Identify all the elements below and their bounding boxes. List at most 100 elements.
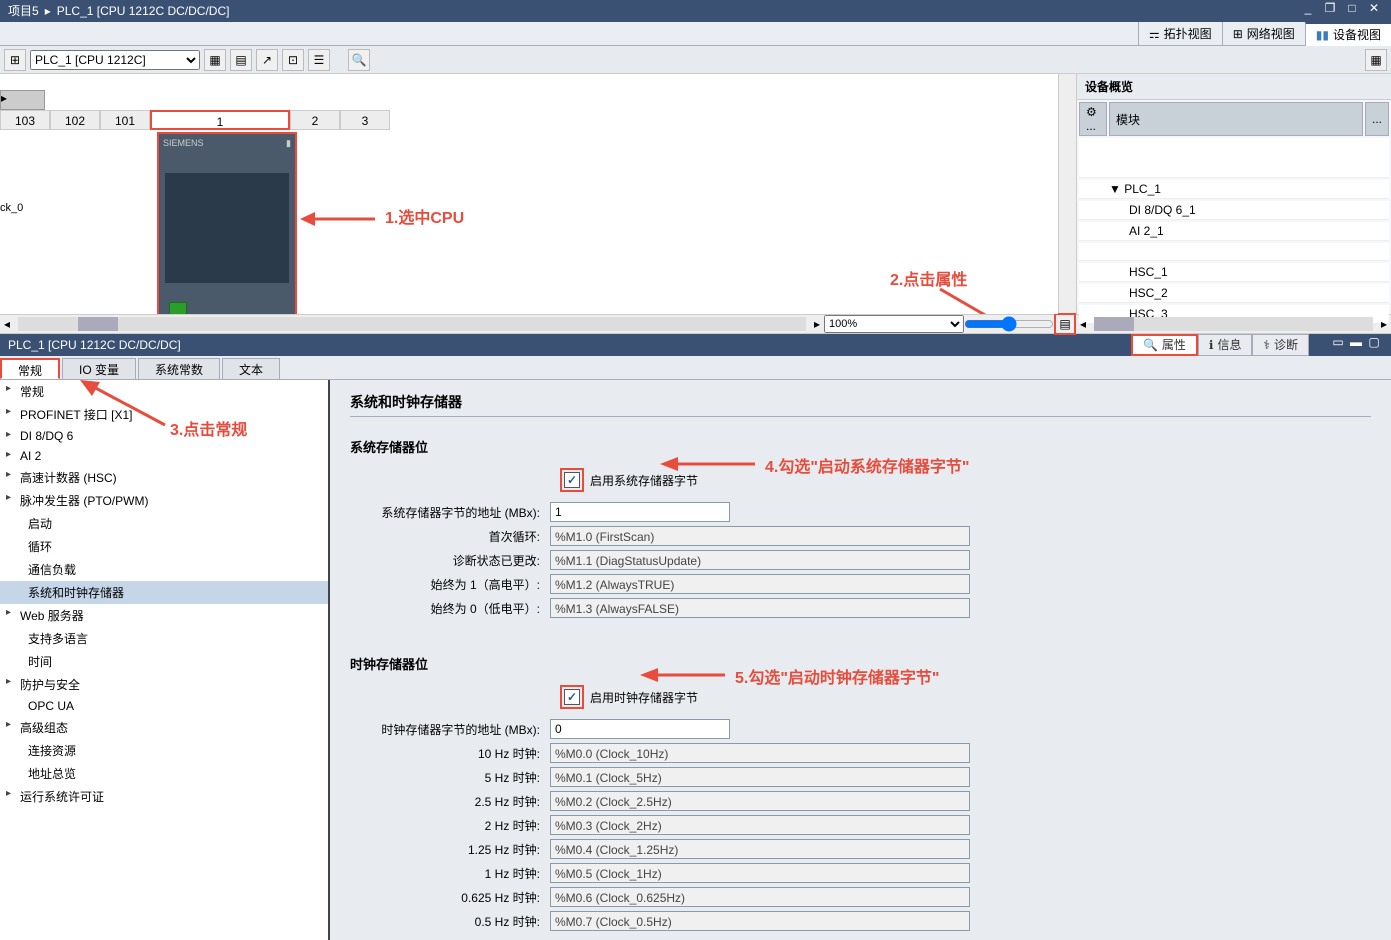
- overview-scroll-left-icon[interactable]: ◂: [1076, 317, 1090, 331]
- nav-sysclock[interactable]: 系统和时钟存储器: [0, 581, 328, 604]
- clk-enable-checkbox[interactable]: [564, 689, 580, 705]
- nav-addrov[interactable]: 地址总览: [0, 762, 328, 785]
- hz1-label: 1 Hz 时钟:: [350, 865, 550, 882]
- nav-advanced[interactable]: 高级组态: [0, 716, 328, 739]
- plc-module[interactable]: SIEMENS▮: [157, 132, 297, 314]
- device-toolbar: ⊞ PLC_1 [CPU 1212C] ▦ ▤ ↗ ⊡ ☰ 🔍 ▦: [0, 46, 1391, 74]
- slot-101[interactable]: 101: [100, 110, 150, 130]
- info-icon: ℹ: [1209, 334, 1214, 356]
- toolbar-btn-4[interactable]: ⊡: [282, 49, 304, 71]
- slot-2[interactable]: 2: [290, 110, 340, 130]
- tab-device[interactable]: ▮▮ 设备视图: [1305, 22, 1391, 46]
- nav-cycle[interactable]: 循环: [0, 535, 328, 558]
- toolbar-btn-5[interactable]: ☰: [308, 49, 330, 71]
- overview-row-di[interactable]: DI 8/DQ 6_1: [1079, 201, 1389, 220]
- arrow-icon: [660, 449, 760, 479]
- overview-row-ai[interactable]: AI 2_1: [1079, 222, 1389, 241]
- tab-topology[interactable]: ⚎ 拓扑视图: [1138, 22, 1222, 46]
- overview-title: 设备概览: [1077, 74, 1391, 100]
- slot-1[interactable]: 1: [150, 110, 290, 130]
- inspector-layout-icon[interactable]: ▭: [1329, 334, 1347, 350]
- nav-security[interactable]: 防护与安全: [0, 673, 328, 696]
- slot-nav-arrow[interactable]: ▸: [0, 90, 45, 110]
- nav-runtime[interactable]: 运行系统许可证: [0, 785, 328, 808]
- horizontal-scrollbar[interactable]: [18, 317, 806, 331]
- close-button[interactable]: ✕: [1365, 0, 1383, 16]
- subtab-general[interactable]: 常规: [0, 358, 60, 379]
- zoom-select[interactable]: 100%: [824, 315, 964, 333]
- inspector-maximize-icon[interactable]: ▢: [1365, 334, 1383, 350]
- scroll-left-icon[interactable]: ◂: [0, 317, 14, 331]
- tab-network[interactable]: ⊞ 网络视图: [1222, 22, 1305, 46]
- hz0625-value: %M0.6 (Clock_0.625Hz): [550, 887, 970, 907]
- overview-scrollbar[interactable]: [1094, 317, 1373, 331]
- slot-103[interactable]: 103: [0, 110, 50, 130]
- arrow-icon: [640, 660, 730, 690]
- zoom-icon[interactable]: 🔍: [348, 49, 370, 71]
- hz5-label: 5 Hz 时钟:: [350, 769, 550, 786]
- vertical-scrollbar[interactable]: [1058, 74, 1076, 314]
- nav-comm[interactable]: 通信负载: [0, 558, 328, 581]
- nav-ai2[interactable]: AI 2: [0, 446, 328, 466]
- sys-addr-input[interactable]: [550, 502, 730, 522]
- minimize-button[interactable]: _: [1299, 0, 1317, 16]
- maximize-button[interactable]: □: [1343, 0, 1361, 16]
- zoom-slider[interactable]: [964, 316, 1054, 332]
- inspector-tab-properties[interactable]: 🔍 属性: [1131, 334, 1198, 356]
- toolbar-btn-2[interactable]: ▤: [230, 49, 252, 71]
- nav-time[interactable]: 时间: [0, 650, 328, 673]
- arrow-icon: [80, 380, 170, 430]
- toolbar-btn-1[interactable]: ▦: [204, 49, 226, 71]
- hz125-label: 1.25 Hz 时钟:: [350, 841, 550, 858]
- nav-startup[interactable]: 启动: [0, 512, 328, 535]
- overview-col-more[interactable]: ...: [1365, 102, 1389, 136]
- network-icon: ⊞: [1233, 22, 1243, 46]
- plc-brand-label: SIEMENS: [163, 138, 204, 149]
- nav-opcua[interactable]: OPC UA: [0, 696, 328, 716]
- overview-scroll-right-icon[interactable]: ▸: [1377, 317, 1391, 331]
- subtab-io[interactable]: IO 变量: [62, 358, 136, 379]
- always1-value: %M1.2 (AlwaysTRUE): [550, 574, 970, 594]
- device-tree-icon[interactable]: ⊞: [4, 49, 26, 71]
- overview-col-icon[interactable]: ⚙ ...: [1079, 102, 1107, 136]
- chevron-right-icon: ▸: [45, 0, 51, 22]
- sys-addr-label: 系统存储器字节的地址 (MBx):: [350, 504, 550, 521]
- overview-row-hsc1[interactable]: HSC_1: [1079, 263, 1389, 282]
- arrow-icon: [930, 284, 1050, 314]
- sys-enable-checkbox[interactable]: [564, 472, 580, 488]
- always0-value: %M1.3 (AlwaysFALSE): [550, 598, 970, 618]
- diag-value: %M1.1 (DiagStatusUpdate): [550, 550, 970, 570]
- restore-button[interactable]: ❐: [1321, 0, 1339, 16]
- clk-addr-input[interactable]: [550, 719, 730, 739]
- overview-row-plc[interactable]: ▼ PLC_1: [1079, 180, 1389, 199]
- inspector-tab-diagnostics[interactable]: ⚕ 诊断: [1252, 334, 1309, 356]
- device-icon: ▮▮: [1316, 23, 1329, 47]
- inspector-minimize-icon[interactable]: ▬: [1347, 334, 1365, 350]
- view-tabs: ⚎ 拓扑视图 ⊞ 网络视图 ▮▮ 设备视图: [0, 22, 1391, 46]
- nav-hsc[interactable]: 高速计数器 (HSC): [0, 466, 328, 489]
- nav-web[interactable]: Web 服务器: [0, 604, 328, 627]
- first-scan-value: %M1.0 (FirstScan): [550, 526, 970, 546]
- nav-connres[interactable]: 连接资源: [0, 739, 328, 762]
- toolbar-right-icon[interactable]: ▦: [1365, 49, 1387, 71]
- subtab-const[interactable]: 系统常数: [138, 358, 220, 379]
- hz25-label: 2.5 Hz 时钟:: [350, 793, 550, 810]
- slot-102[interactable]: 102: [50, 110, 100, 130]
- overview-row-hsc2[interactable]: HSC_2: [1079, 284, 1389, 303]
- subtab-text[interactable]: 文本: [222, 358, 280, 379]
- inspector-tab-info[interactable]: ℹ 信息: [1198, 334, 1253, 356]
- breadcrumb-project: 项目5: [8, 0, 39, 22]
- annotation-5: 5.勾选"启动时钟存储器字节": [735, 664, 940, 688]
- hz125-value: %M0.4 (Clock_1.25Hz): [550, 839, 970, 859]
- overview-col-module[interactable]: 模块: [1109, 102, 1363, 136]
- clk-enable-label: 启用时钟存储器字节: [590, 689, 698, 706]
- properties-toggle-icon[interactable]: ▤: [1054, 313, 1076, 335]
- nav-pto[interactable]: 脉冲发生器 (PTO/PWM): [0, 489, 328, 512]
- scroll-right-icon[interactable]: ▸: [810, 317, 824, 331]
- nav-multilang[interactable]: 支持多语言: [0, 627, 328, 650]
- toolbar-btn-3[interactable]: ↗: [256, 49, 278, 71]
- device-canvas[interactable]: ▸ 103 102 101 1 2 3 ck_0 SIEMENS▮ 1.选中CP…: [0, 74, 1058, 314]
- device-select[interactable]: PLC_1 [CPU 1212C]: [30, 50, 200, 70]
- slot-3[interactable]: 3: [340, 110, 390, 130]
- rack-label: ck_0: [0, 202, 23, 214]
